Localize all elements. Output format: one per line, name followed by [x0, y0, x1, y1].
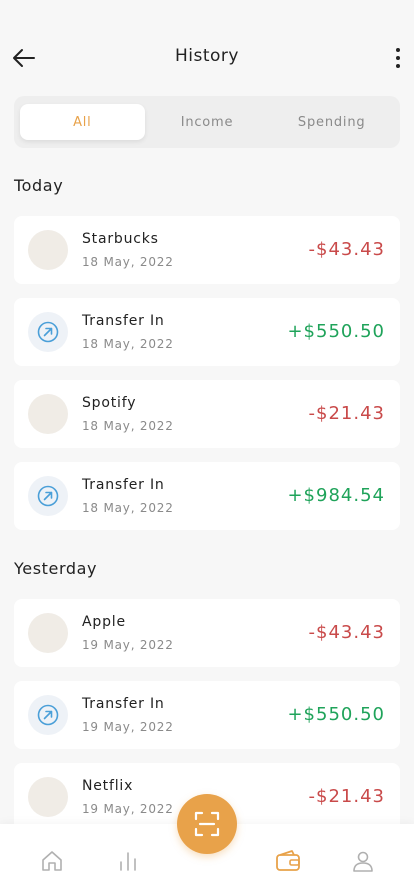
transaction-amount: -$43.43: [308, 622, 385, 643]
transfer-avatar: [28, 695, 68, 735]
transaction-card[interactable]: Starbucks 18 May, 2022 -$43.43: [14, 216, 400, 284]
transaction-name: Transfer In: [82, 696, 165, 712]
tab-all[interactable]: All: [20, 104, 145, 140]
transaction-amount: +$550.50: [287, 704, 385, 725]
scan-button[interactable]: [177, 794, 237, 854]
nav-wallet[interactable]: [273, 846, 303, 876]
merchant-avatar: [28, 613, 68, 653]
scan-icon: [194, 811, 220, 837]
nav-profile[interactable]: [348, 846, 378, 876]
transaction-name: Starbucks: [82, 231, 159, 247]
transaction-card[interactable]: Spotify 18 May, 2022 -$21.43: [14, 380, 400, 448]
merchant-avatar: [28, 230, 68, 270]
transaction-date: 19 May, 2022: [82, 802, 174, 816]
more-vertical-icon: [396, 48, 400, 52]
nav-stats[interactable]: [113, 846, 143, 876]
transaction-date: 18 May, 2022: [82, 255, 174, 269]
tab-income[interactable]: Income: [145, 104, 270, 140]
transfer-avatar: [28, 476, 68, 516]
section-title-today: Today: [14, 176, 64, 195]
page-title: History: [175, 46, 239, 66]
transaction-card[interactable]: Transfer In 18 May, 2022 +$550.50: [14, 298, 400, 366]
tab-spending[interactable]: Spending: [269, 104, 394, 140]
transaction-name: Transfer In: [82, 477, 165, 493]
transfer-avatar: [28, 312, 68, 352]
transaction-card[interactable]: Transfer In 19 May, 2022 +$550.50: [14, 681, 400, 749]
profile-icon: [353, 851, 373, 872]
transaction-date: 19 May, 2022: [82, 720, 174, 734]
nav-home[interactable]: [37, 846, 67, 876]
stats-icon: [120, 852, 136, 871]
transaction-amount: +$984.54: [287, 485, 385, 506]
transaction-date: 18 May, 2022: [82, 337, 174, 351]
transaction-name: Transfer In: [82, 313, 165, 329]
transaction-card[interactable]: Transfer In 18 May, 2022 +$984.54: [14, 462, 400, 530]
arrow-up-right-icon: [37, 321, 59, 343]
home-icon: [42, 851, 62, 871]
transaction-date: 18 May, 2022: [82, 419, 174, 433]
transaction-amount: -$21.43: [308, 403, 385, 424]
filter-tabs: All Income Spending: [14, 96, 400, 148]
wallet-icon: [276, 850, 300, 871]
transaction-name: Apple: [82, 614, 126, 630]
transaction-amount: +$550.50: [287, 321, 385, 342]
arrow-up-right-icon: [37, 485, 59, 507]
section-title-yesterday: Yesterday: [14, 559, 98, 578]
transaction-name: Netflix: [82, 778, 134, 794]
transaction-date: 18 May, 2022: [82, 501, 174, 515]
transaction-date: 19 May, 2022: [82, 638, 174, 652]
transaction-amount: -$43.43: [308, 239, 385, 260]
transaction-amount: -$21.43: [308, 786, 385, 807]
transaction-card[interactable]: Apple 19 May, 2022 -$43.43: [14, 599, 400, 667]
header: History: [0, 40, 414, 76]
merchant-avatar: [28, 394, 68, 434]
arrow-up-right-icon: [37, 704, 59, 726]
merchant-avatar: [28, 777, 68, 817]
transaction-name: Spotify: [82, 395, 137, 411]
more-options-button[interactable]: [390, 44, 406, 72]
